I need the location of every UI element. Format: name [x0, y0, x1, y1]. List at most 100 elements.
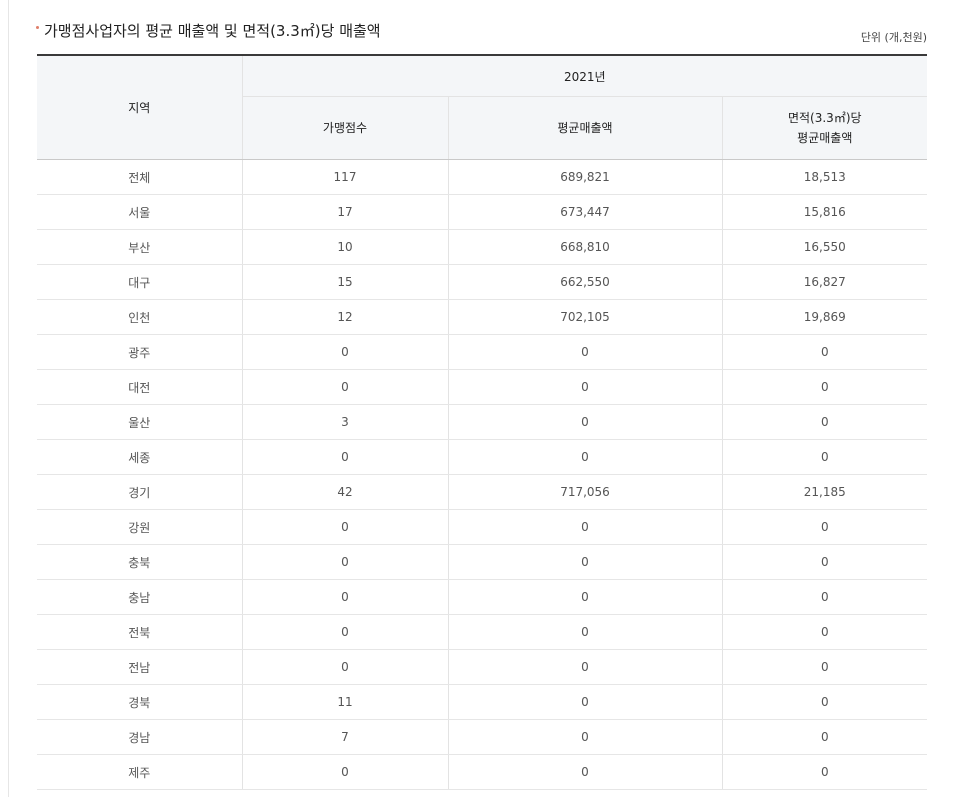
cell-region: 세종 [37, 439, 242, 475]
cell-store-count: 15 [241, 264, 448, 300]
table-row: 대전 0 0 0 [37, 369, 928, 405]
header-region: 지역 [37, 55, 242, 160]
cell-avg-sales: 0 [447, 334, 722, 370]
header-year: 2021년 [241, 55, 928, 97]
cell-store-count: 0 [241, 614, 448, 650]
cell-store-count: 117 [241, 159, 448, 195]
cell-region: 충북 [37, 544, 242, 580]
table-row: 전체 117 689,821 18,513 [37, 159, 928, 195]
cell-avg-sales: 673,447 [447, 194, 722, 230]
cell-region: 제주 [37, 754, 242, 790]
cell-store-count: 0 [241, 579, 448, 615]
table-row: 강원 0 0 0 [37, 509, 928, 545]
cell-area-sales: 0 [721, 649, 928, 685]
table-body: 전체 117 689,821 18,513 서울 17 673,447 15,816 부산 10 6… [37, 159, 928, 790]
cell-avg-sales: 0 [447, 544, 722, 580]
bullet-icon [36, 26, 39, 29]
cell-area-sales: 0 [721, 334, 928, 370]
table-row: 충남 0 0 0 [37, 579, 928, 615]
cell-store-count: 42 [241, 474, 448, 510]
cell-avg-sales: 0 [447, 579, 722, 615]
table-row: 울산 3 0 0 [37, 404, 928, 440]
header-avg-sales: 평균매출액 [447, 96, 722, 160]
cell-area-sales: 0 [721, 404, 928, 440]
header-store-count: 가맹점수 [241, 96, 448, 160]
cell-region: 인천 [37, 299, 242, 335]
table-row: 충북 0 0 0 [37, 544, 928, 580]
cell-avg-sales: 0 [447, 369, 722, 405]
left-divider [8, 0, 9, 797]
table-row: 인천 12 702,105 19,869 [37, 299, 928, 335]
cell-store-count: 0 [241, 369, 448, 405]
cell-area-sales: 0 [721, 544, 928, 580]
cell-avg-sales: 0 [447, 509, 722, 545]
table-row: 경남 7 0 0 [37, 719, 928, 755]
table-row: 전남 0 0 0 [37, 649, 928, 685]
cell-region: 전체 [37, 159, 242, 195]
cell-region: 경기 [37, 474, 242, 510]
cell-area-sales: 21,185 [721, 474, 928, 510]
cell-area-sales: 15,816 [721, 194, 928, 230]
cell-region: 경북 [37, 684, 242, 720]
cell-store-count: 3 [241, 404, 448, 440]
cell-area-sales: 18,513 [721, 159, 928, 195]
header-area-sales-line2: 평균매출액 [797, 131, 853, 145]
table-row: 부산 10 668,810 16,550 [37, 229, 928, 265]
cell-area-sales: 0 [721, 579, 928, 615]
table-row: 대구 15 662,550 16,827 [37, 264, 928, 300]
cell-area-sales: 19,869 [721, 299, 928, 335]
cell-region: 부산 [37, 229, 242, 265]
cell-area-sales: 0 [721, 614, 928, 650]
cell-region: 광주 [37, 334, 242, 370]
table-row: 제주 0 0 0 [37, 754, 928, 790]
header-area-sales-line1: 면적(3.3㎡)당 [787, 111, 862, 125]
cell-region: 강원 [37, 509, 242, 545]
table-row: 경기 42 717,056 21,185 [37, 474, 928, 510]
cell-area-sales: 0 [721, 754, 928, 790]
cell-region: 전북 [37, 614, 242, 650]
cell-store-count: 0 [241, 334, 448, 370]
cell-avg-sales: 689,821 [447, 159, 722, 195]
cell-region: 울산 [37, 404, 242, 440]
cell-store-count: 0 [241, 439, 448, 475]
cell-area-sales: 0 [721, 509, 928, 545]
cell-store-count: 7 [241, 719, 448, 755]
cell-avg-sales: 0 [447, 404, 722, 440]
cell-avg-sales: 0 [447, 684, 722, 720]
unit-label: 단위 (개,천원) [860, 31, 927, 44]
table-row: 경북 11 0 0 [37, 684, 928, 720]
table-row: 전북 0 0 0 [37, 614, 928, 650]
cell-store-count: 12 [241, 299, 448, 335]
cell-store-count: 0 [241, 509, 448, 545]
cell-avg-sales: 0 [447, 649, 722, 685]
cell-area-sales: 0 [721, 684, 928, 720]
cell-region: 충남 [37, 579, 242, 615]
cell-region: 서울 [37, 194, 242, 230]
cell-avg-sales: 717,056 [447, 474, 722, 510]
cell-store-count: 0 [241, 649, 448, 685]
sales-table: 지역 2021년 가맹점수 평균매출액 면적(3.3㎡)당 평균매출액 전체 11… [37, 54, 928, 790]
cell-avg-sales: 0 [447, 439, 722, 475]
cell-area-sales: 16,827 [721, 264, 928, 300]
table-header: 지역 2021년 가맹점수 평균매출액 면적(3.3㎡)당 평균매출액 [37, 55, 928, 160]
cell-area-sales: 0 [721, 369, 928, 405]
cell-avg-sales: 0 [447, 754, 722, 790]
section-title: 가맹점사업자의 평균 매출액 및 면적(3.3㎡)당 매출액 [44, 22, 381, 40]
cell-region: 대전 [37, 369, 242, 405]
table-row: 서울 17 673,447 15,816 [37, 194, 928, 230]
table-row: 광주 0 0 0 [37, 334, 928, 370]
cell-avg-sales: 668,810 [447, 229, 722, 265]
cell-avg-sales: 0 [447, 719, 722, 755]
cell-region: 전남 [37, 649, 242, 685]
cell-area-sales: 16,550 [721, 229, 928, 265]
cell-store-count: 17 [241, 194, 448, 230]
cell-store-count: 11 [241, 684, 448, 720]
cell-store-count: 10 [241, 229, 448, 265]
cell-region: 대구 [37, 264, 242, 300]
cell-avg-sales: 702,105 [447, 299, 722, 335]
header-area-sales: 면적(3.3㎡)당 평균매출액 [721, 96, 928, 160]
table-row: 세종 0 0 0 [37, 439, 928, 475]
cell-area-sales: 0 [721, 439, 928, 475]
cell-area-sales: 0 [721, 719, 928, 755]
cell-store-count: 0 [241, 754, 448, 790]
